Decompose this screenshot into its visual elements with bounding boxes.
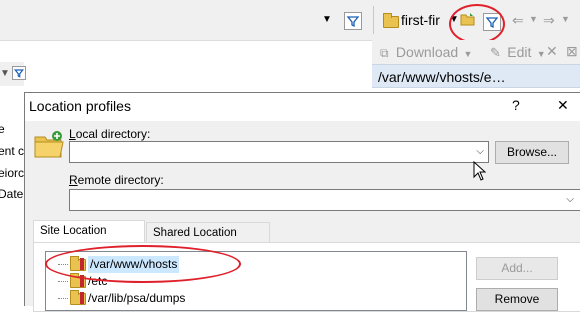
remote-directory-label: Remote directory: [69, 173, 164, 187]
dialog-title: Location profiles [29, 98, 131, 114]
dropdown-arrow-icon[interactable]: ▼ [322, 14, 332, 25]
tree-row[interactable]: /var/lib/psa/dumps [58, 290, 288, 307]
combo-arrow-icon[interactable]: ⌵ [566, 194, 574, 205]
back-icon[interactable]: ⇐ [512, 12, 524, 29]
left-filter-icon[interactable] [12, 66, 26, 80]
remove-button[interactable]: Remove [476, 288, 558, 311]
add-button[interactable]: Add... [476, 257, 558, 280]
folder-icon [383, 13, 399, 28]
filter-icon[interactable] [344, 12, 362, 30]
remote-dir-accel: R [69, 173, 78, 187]
remote-directory-combo[interactable]: ⌵ [69, 189, 580, 211]
left-column-fragment: ent c [0, 144, 25, 158]
mouse-cursor-icon [473, 160, 487, 184]
tree-item-label: /var/lib/psa/dumps [88, 291, 186, 305]
left-column-fragment: eiorc [0, 166, 25, 180]
browse-button[interactable]: Browse... [495, 141, 569, 164]
edit-button[interactable]: ✎ Edit ▼ [490, 44, 546, 61]
edit-icon: ✎ [490, 45, 501, 60]
tree-connector [58, 281, 68, 282]
close-button[interactable]: ✕ [557, 97, 569, 114]
left-column-fragment: Date [0, 187, 24, 201]
forward-icon[interactable]: ⇒ [543, 12, 555, 29]
local-directory-combo[interactable]: ⌵ [69, 141, 489, 163]
edit-label: Edit [507, 44, 532, 60]
bookmark-icon [80, 292, 84, 304]
local-dir-accel: L [69, 127, 76, 141]
remote-dir-label-rest: emote directory: [77, 173, 164, 187]
download-label: Download [395, 44, 459, 60]
tab-shared-location-profiles[interactable]: Shared Location profiles [146, 222, 270, 259]
remote-path-bar[interactable]: /var/www/vhosts/e… [372, 64, 580, 88]
forward-dropdown-icon[interactable]: ▼ [561, 14, 570, 24]
edit-dropdown-icon: ▼ [536, 49, 546, 59]
left-column-fragment: e [0, 122, 5, 136]
combo-arrow-icon[interactable]: ⌵ [476, 146, 484, 157]
location-profiles-dialog: Location profiles ? ✕ Local directory: ⌵… [24, 92, 580, 312]
session-tab[interactable]: first-fir [381, 10, 451, 32]
folder-bookmark-icon [33, 129, 65, 162]
separator [373, 6, 374, 34]
tab-site-location-profiles[interactable]: Site Location profiles [33, 220, 145, 257]
download-button[interactable]: ⧉ Download ▼ [380, 44, 472, 61]
local-directory-label: Local directory: [69, 127, 150, 141]
properties-icon[interactable]: ⊠ [566, 43, 578, 60]
delete-icon[interactable]: ✕ [546, 43, 558, 60]
help-button[interactable]: ? [512, 97, 520, 113]
local-dir-label-rest: ocal directory: [75, 127, 151, 141]
left-dropdown-icon[interactable]: ▼ [0, 68, 10, 79]
download-dropdown-icon: ▼ [463, 49, 473, 59]
copy-icon: ⧉ [380, 46, 389, 60]
back-dropdown-icon[interactable]: ▼ [529, 14, 538, 24]
highlight-ellipse [45, 245, 241, 283]
highlight-ellipse [449, 4, 505, 44]
session-tab-label: first-fir [401, 12, 440, 28]
tree-connector [58, 298, 68, 299]
